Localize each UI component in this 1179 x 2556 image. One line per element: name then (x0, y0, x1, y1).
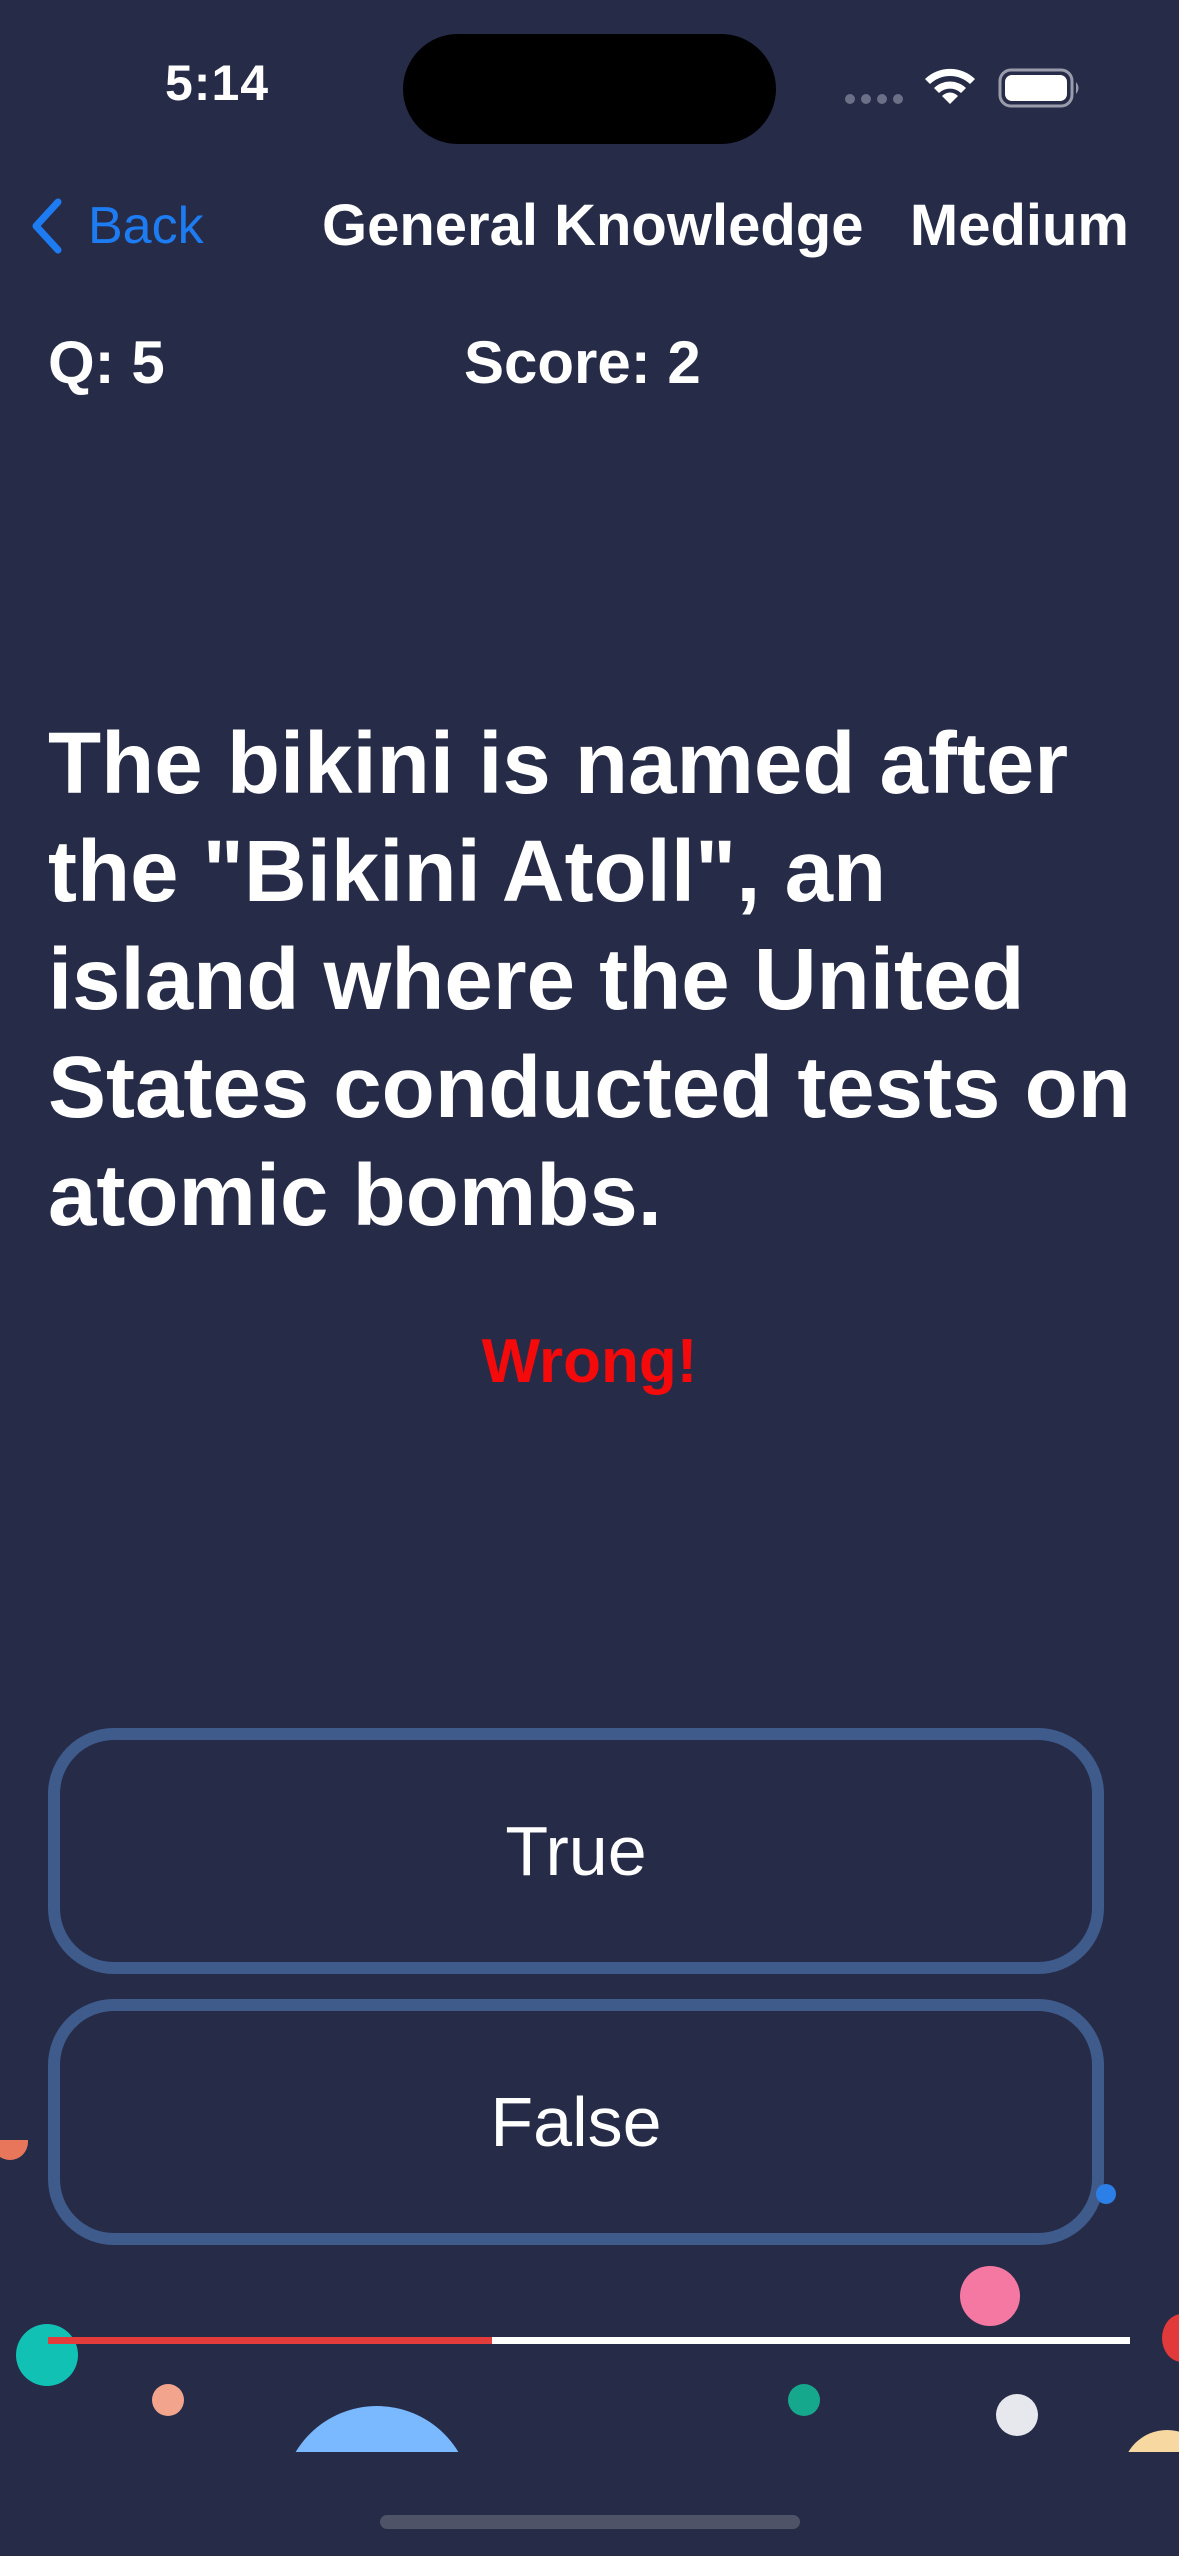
dynamic-island (403, 34, 776, 144)
difficulty-label: Medium (909, 193, 1129, 258)
question-text: The bikini is named after the "Bikini At… (48, 715, 1131, 1244)
nav-title: General Knowledge (322, 193, 864, 258)
confetti-dot (152, 2384, 184, 2416)
confetti-dot (788, 2384, 820, 2416)
bottom-area (0, 2452, 1179, 2556)
progress-fill (48, 2337, 492, 2344)
score-label: Score: 2 (464, 329, 701, 396)
confetti-dot (0, 2140, 28, 2160)
answer-true-button[interactable]: True (48, 1728, 1104, 1974)
feedback-text: Wrong! (481, 1327, 698, 1396)
back-button[interactable]: Back (26, 196, 204, 256)
progress-bar (48, 2337, 1130, 2344)
confetti-dot (960, 2266, 1020, 2326)
question-number: Q: 5 (48, 329, 165, 396)
home-indicator[interactable] (380, 2515, 800, 2529)
cellular-signal-icon (845, 94, 903, 104)
battery-icon (998, 68, 1079, 108)
wifi-icon (925, 68, 975, 104)
status-time: 5:14 (165, 55, 270, 111)
back-button-label: Back (88, 197, 204, 255)
confetti-dot (1162, 2314, 1179, 2362)
quiz-screen: 5:14 Back General Knowledge Medium Q: 5 … (0, 0, 1179, 2556)
chevron-left-icon (32, 198, 62, 254)
confetti-dot (996, 2394, 1038, 2436)
answer-false-button[interactable]: False (48, 1999, 1104, 2245)
confetti-dot (16, 2324, 78, 2386)
confetti-dot (1096, 2184, 1116, 2204)
